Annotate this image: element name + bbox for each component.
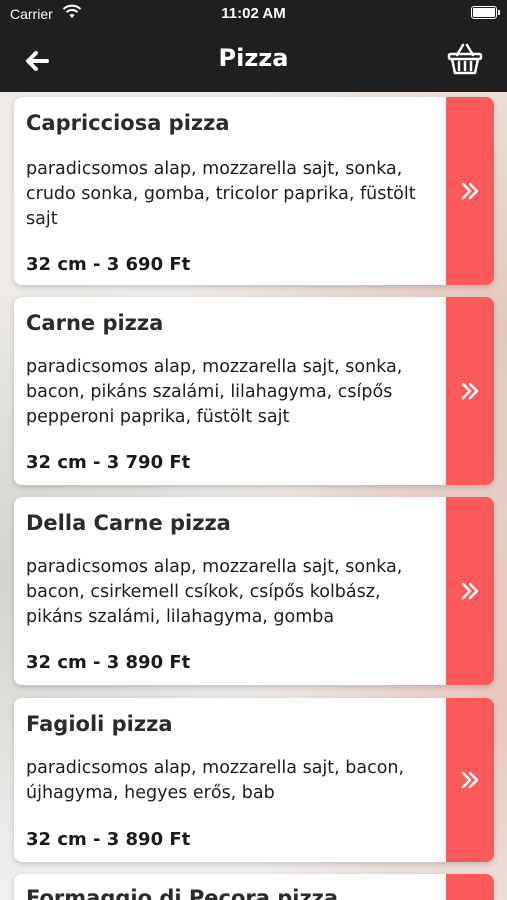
- product-description: paradicsomos alap, mozzarella sajt, baco…: [26, 758, 405, 803]
- product-name: Carne pizza: [26, 311, 164, 335]
- clock: 11:02 AM: [221, 5, 286, 22]
- app-header: Carrier 11:02 AM Pizza: [0, 0, 507, 92]
- open-product-button[interactable]: [446, 497, 494, 685]
- product-price: 32 cm - 3 890 Ft: [26, 652, 191, 673]
- battery-icon: [471, 6, 500, 19]
- product-description: paradicsomos alap, mozzarella sajt, sonk…: [26, 557, 403, 627]
- basket-icon: [447, 43, 483, 75]
- open-product-button[interactable]: [446, 297, 494, 485]
- double-chevron-right-icon: [461, 582, 479, 600]
- cart-button[interactable]: [447, 42, 483, 76]
- page-title: Pizza: [218, 44, 289, 72]
- product-name: Della Carne pizza: [26, 511, 231, 535]
- product-card[interactable]: Capricciosa pizza paradicsomos alap, moz…: [14, 97, 494, 285]
- product-name: Formaggio di Pecora pizza: [26, 886, 339, 900]
- double-chevron-right-icon: [461, 382, 479, 400]
- product-price: 32 cm - 3 790 Ft: [26, 452, 191, 473]
- product-card[interactable]: Formaggio di Pecora pizza: [14, 874, 494, 900]
- open-product-button[interactable]: [446, 874, 494, 900]
- product-price: 32 cm - 3 690 Ft: [26, 254, 191, 275]
- double-chevron-right-icon: [461, 771, 479, 789]
- product-card[interactable]: Carne pizza paradicsomos alap, mozzarell…: [14, 297, 494, 485]
- product-name: Fagioli pizza: [26, 712, 173, 736]
- product-description: paradicsomos alap, mozzarella sajt, sonk…: [26, 357, 403, 427]
- open-product-button[interactable]: [446, 698, 494, 862]
- product-description: paradicsomos alap, mozzarella sajt, sonk…: [26, 159, 416, 229]
- product-price: 32 cm - 3 890 Ft: [26, 829, 191, 850]
- open-product-button[interactable]: [446, 97, 494, 285]
- double-chevron-right-icon: [461, 182, 479, 200]
- product-card[interactable]: Fagioli pizza paradicsomos alap, mozzare…: [14, 698, 494, 862]
- product-name: Capricciosa pizza: [26, 111, 230, 135]
- product-list: Capricciosa pizza paradicsomos alap, moz…: [0, 92, 507, 900]
- status-bar: Carrier 11:02 AM: [0, 0, 507, 30]
- product-card[interactable]: Della Carne pizza paradicsomos alap, moz…: [14, 497, 494, 685]
